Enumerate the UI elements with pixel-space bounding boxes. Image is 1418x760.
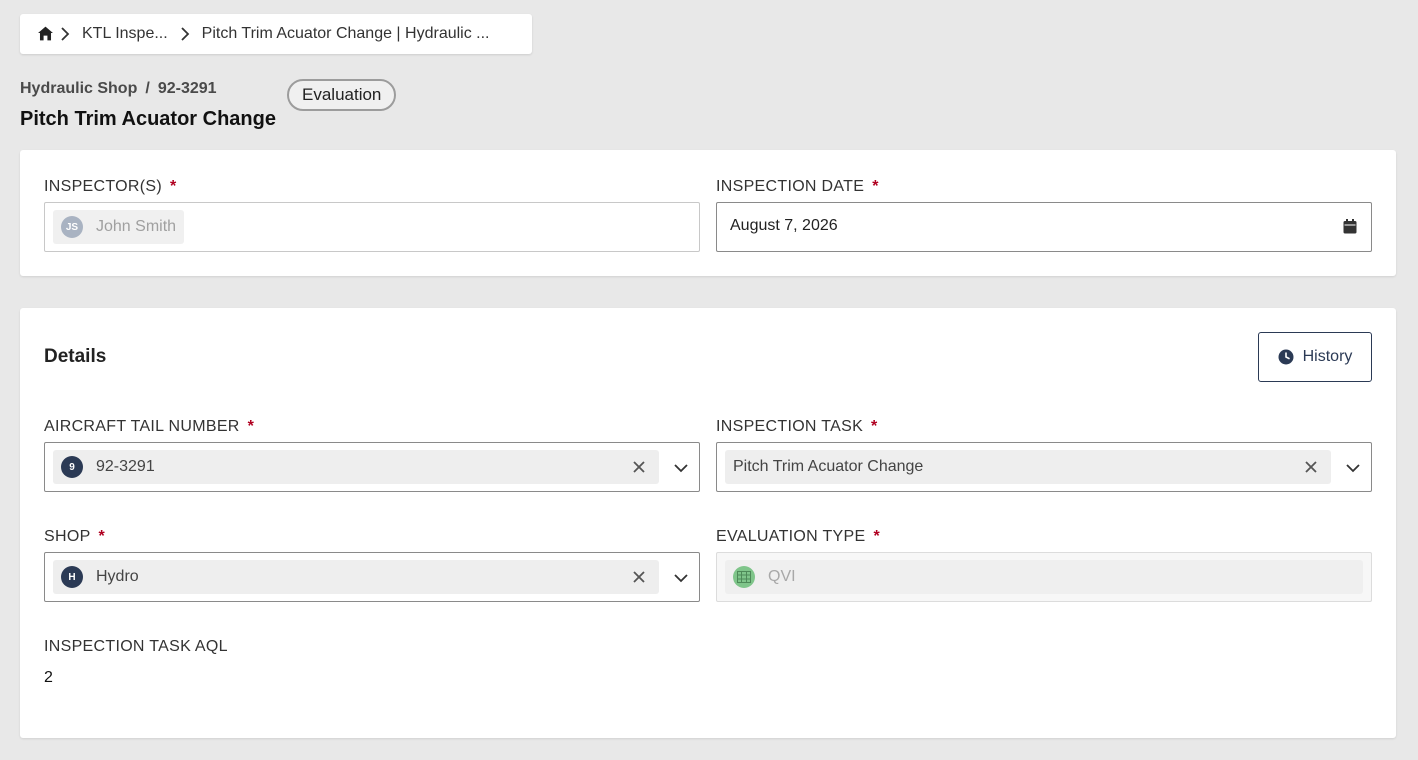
- tail-number-value: 92-3291: [96, 458, 155, 475]
- details-title: Details: [44, 346, 107, 367]
- clock-icon: [1278, 349, 1294, 365]
- inspector-chip: JS John Smith: [53, 210, 185, 244]
- breadcrumb-item-ktl[interactable]: KTL Inspe...: [82, 25, 168, 43]
- shop-label: SHOP *: [44, 528, 106, 545]
- inspection-card: INSPECTOR(S) * JS John Smith INSPECTION D…: [20, 150, 1396, 276]
- avatar: JS: [61, 216, 83, 238]
- grid-icon: [733, 566, 755, 588]
- page-title: Pitch Trim Acuator Change: [20, 108, 276, 130]
- inspectors-field[interactable]: JS John Smith: [44, 202, 700, 252]
- breadcrumb-item-current: Pitch Trim Acuator Change | Hydraulic ..…: [201, 25, 490, 42]
- evaluation-type-value: QVI: [768, 568, 796, 585]
- close-icon[interactable]: [631, 569, 647, 585]
- tail-number-select[interactable]: 9 92-3291: [44, 442, 700, 492]
- home-icon[interactable]: [37, 25, 54, 42]
- inspection-task-chip: Pitch Trim Acuator Change: [725, 450, 1331, 484]
- subtitle-divider: /: [145, 80, 150, 97]
- tail-number: 92-3291: [157, 80, 217, 97]
- close-icon[interactable]: [631, 459, 647, 475]
- tail-number-chip: 9 92-3291: [53, 450, 659, 484]
- evaluation-type-field: QVI: [716, 552, 1372, 602]
- evaluation-type-chip: QVI: [725, 560, 1363, 594]
- chevron-right-icon: [57, 26, 73, 42]
- chevron-down-icon[interactable]: [1345, 460, 1361, 476]
- inspection-date-value: August 7, 2026: [730, 217, 838, 234]
- inspection-date-input[interactable]: August 7, 2026: [716, 202, 1372, 252]
- avatar: 9: [61, 456, 83, 478]
- shop-select[interactable]: H Hydro: [44, 552, 700, 602]
- history-label: History: [1302, 348, 1353, 365]
- chevron-right-icon: [177, 26, 193, 42]
- inspection-task-label: INSPECTION TASK *: [716, 418, 878, 435]
- details-card: Details History AIRCRAFT TAIL NUMBER * 9 …: [20, 308, 1396, 738]
- breadcrumb: KTL Inspe... Pitch Trim Acuator Change |…: [20, 14, 532, 54]
- calendar-icon[interactable]: [1343, 219, 1357, 234]
- aql-value: 2: [44, 669, 53, 686]
- inspection-task-select[interactable]: Pitch Trim Acuator Change: [716, 442, 1372, 492]
- close-icon[interactable]: [1303, 459, 1319, 475]
- page-subtitle: Hydraulic Shop / 92-3291: [20, 80, 217, 98]
- status-badge: Evaluation: [287, 79, 397, 111]
- tail-number-label: AIRCRAFT TAIL NUMBER *: [44, 418, 255, 435]
- chevron-down-icon[interactable]: [673, 570, 689, 586]
- inspectors-label: INSPECTOR(S) *: [44, 178, 177, 195]
- chevron-down-icon[interactable]: [673, 460, 689, 476]
- evaluation-type-label: EVALUATION TYPE *: [716, 528, 880, 545]
- avatar: H: [61, 566, 83, 588]
- inspector-name: John Smith: [96, 218, 177, 235]
- history-button[interactable]: History: [1258, 332, 1372, 382]
- shop-chip: H Hydro: [53, 560, 659, 594]
- inspection-date-label: INSPECTION DATE *: [716, 178, 879, 195]
- shop-name: Hydraulic Shop: [20, 80, 138, 97]
- shop-value: Hydro: [96, 568, 139, 585]
- aql-label: INSPECTION TASK AQL: [44, 638, 228, 655]
- inspection-task-value: Pitch Trim Acuator Change: [733, 458, 924, 475]
